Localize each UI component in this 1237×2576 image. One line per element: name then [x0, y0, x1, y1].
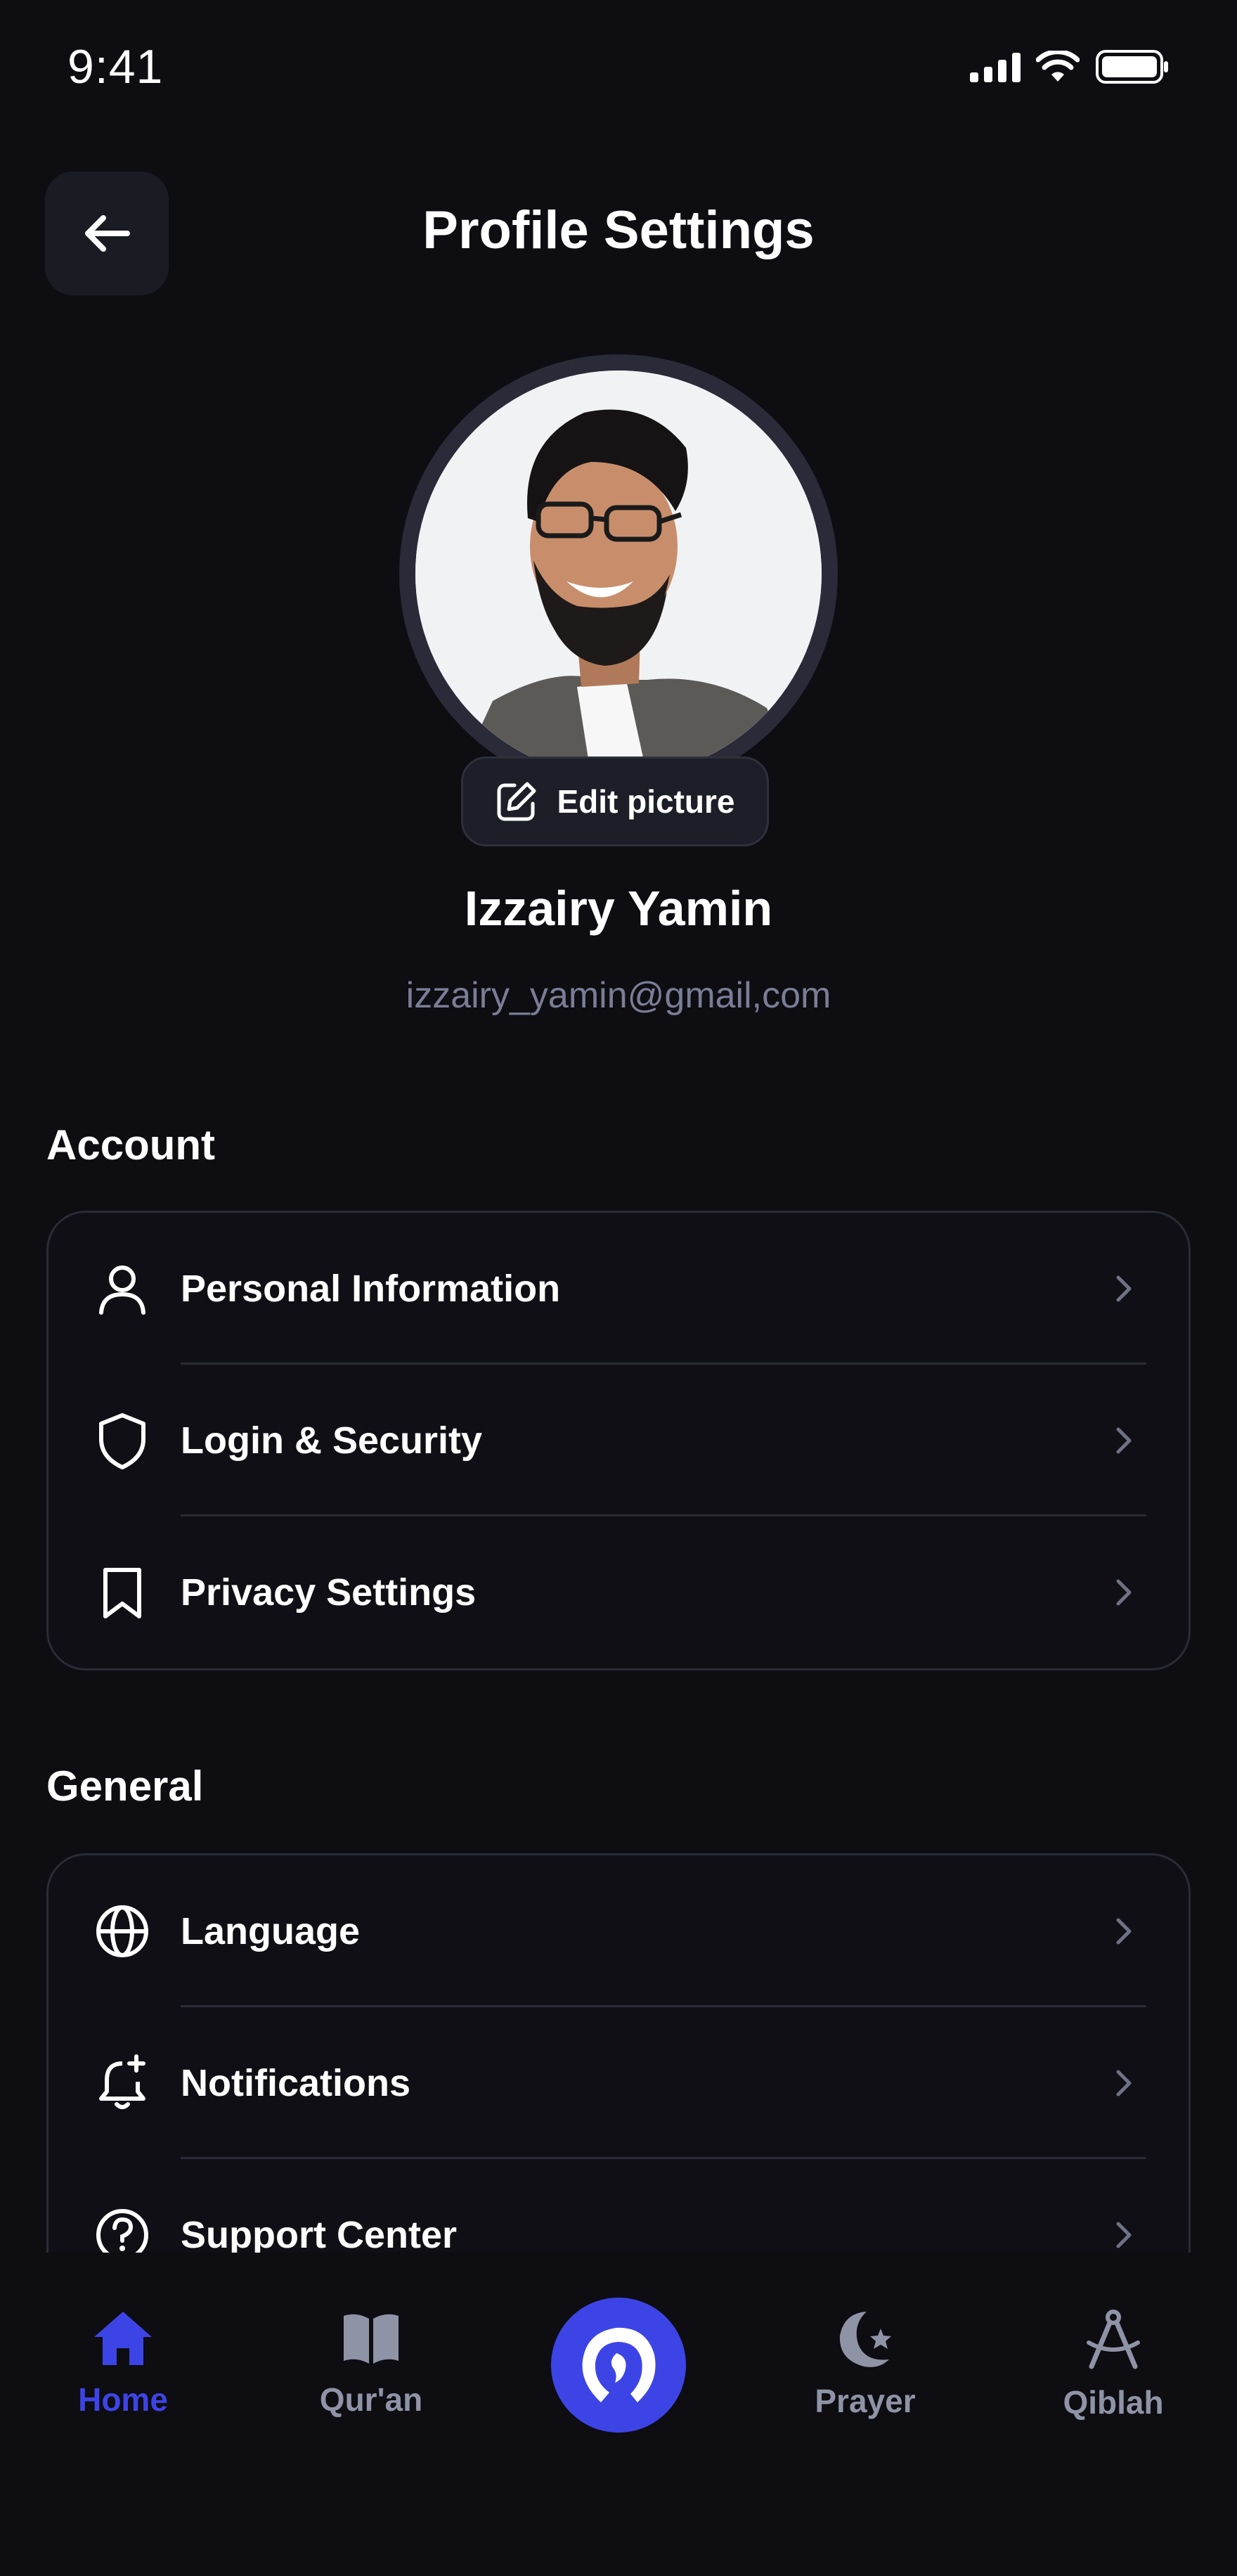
support-center-label: Support Center: [181, 2214, 458, 2256]
chevron-right-icon: [1110, 2066, 1138, 2101]
language-row[interactable]: Language: [48, 1855, 1189, 2007]
nav-prayer[interactable]: Prayer: [760, 2307, 971, 2420]
profile-photo: [415, 371, 822, 777]
user-email: izzairy_yamin@gmail,com: [406, 975, 831, 1016]
language-label: Language: [181, 1910, 361, 1952]
app-logo-button[interactable]: [551, 2298, 686, 2433]
user-name: Izzairy Yamin: [464, 881, 773, 936]
edit-icon: [497, 782, 536, 821]
nav-home-label: Home: [78, 2381, 168, 2418]
wifi-icon: [1036, 51, 1080, 82]
shield-icon: [91, 1409, 154, 1472]
general-section-title: General: [46, 1763, 204, 1810]
edit-picture-label: Edit picture: [557, 783, 735, 820]
battery-icon: [1096, 50, 1168, 84]
moon-star-icon: [839, 2312, 891, 2367]
login-security-row[interactable]: Login & Security: [48, 1365, 1189, 1516]
page-title: Profile Settings: [422, 200, 815, 260]
account-card: Personal Information Login & Security Pr…: [46, 1211, 1191, 1670]
user-icon: [91, 1257, 154, 1320]
status-time: 9:41: [67, 40, 164, 94]
status-icons: [970, 49, 1170, 84]
book-icon: [344, 2314, 399, 2364]
privacy-settings-row[interactable]: Privacy Settings: [48, 1516, 1189, 1668]
notifications-row[interactable]: Notifications: [48, 2007, 1189, 2159]
signal-icon: [970, 51, 1021, 82]
privacy-settings-label: Privacy Settings: [181, 1571, 477, 1614]
nav-prayer-label: Prayer: [815, 2383, 916, 2419]
edit-picture-button[interactable]: Edit picture: [461, 756, 769, 846]
avatar-ring: [399, 354, 838, 793]
bottom-nav: Home Qur'an Prayer Qiblah: [0, 2253, 1237, 2576]
status-bar: 9:41: [0, 0, 1237, 141]
nav-qiblah[interactable]: Qiblah: [1008, 2307, 1219, 2421]
login-security-label: Login & Security: [181, 1419, 483, 1462]
compass-icon: [1087, 2310, 1140, 2369]
home-icon: [94, 2312, 152, 2365]
chevron-right-icon: [1110, 1575, 1138, 1610]
personal-information-label: Personal Information: [181, 1268, 561, 1310]
nav-quran[interactable]: Qur'an: [266, 2309, 477, 2419]
chevron-right-icon: [1110, 1423, 1138, 1458]
globe-icon: [91, 1900, 154, 1963]
notifications-label: Notifications: [181, 2062, 411, 2104]
nav-qiblah-label: Qiblah: [1063, 2384, 1164, 2421]
account-section-title: Account: [46, 1121, 215, 1168]
chevron-right-icon: [1110, 2217, 1138, 2253]
avatar[interactable]: [415, 371, 822, 777]
bell-plus-icon: [91, 2052, 154, 2115]
app-logo-icon: [582, 2327, 656, 2402]
personal-information-row[interactable]: Personal Information: [48, 1213, 1189, 1365]
nav-home[interactable]: Home: [18, 2309, 228, 2419]
chevron-right-icon: [1110, 1271, 1138, 1306]
bookmark-icon: [91, 1561, 154, 1624]
nav-quran-label: Qur'an: [319, 2381, 423, 2418]
chevron-right-icon: [1110, 1914, 1138, 1949]
